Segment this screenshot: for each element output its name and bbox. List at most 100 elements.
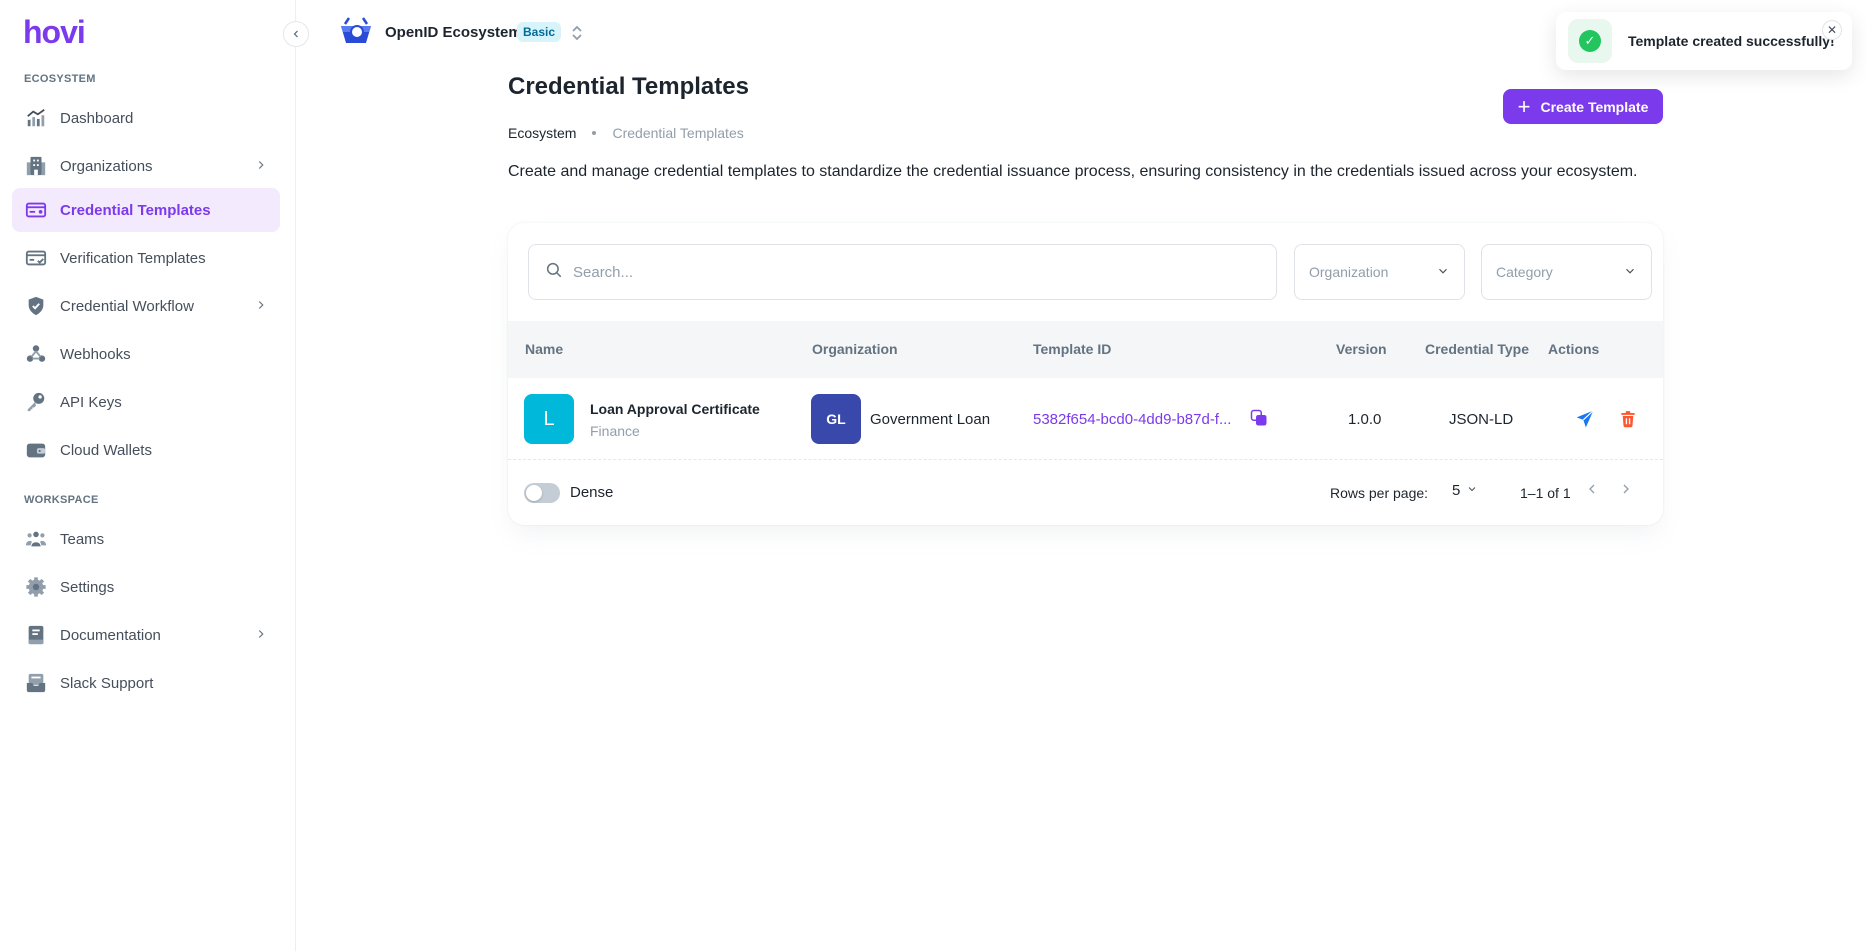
search-icon: [545, 261, 563, 284]
sidebar-item-label: Teams: [60, 530, 105, 548]
chevron-right-icon: [1623, 484, 1629, 494]
chevron-down-icon: [1436, 264, 1450, 281]
page-description: Create and manage credential templates t…: [508, 163, 1638, 180]
dense-toggle[interactable]: [524, 483, 560, 503]
column-header-actions: Actions: [1548, 341, 1600, 357]
sidebar-item-label: API Keys: [60, 393, 122, 411]
template-avatar: L: [524, 394, 574, 444]
previous-page-button[interactable]: [1584, 481, 1600, 502]
column-header-template-id[interactable]: Template ID: [1033, 341, 1111, 357]
plan-badge: Basic: [517, 22, 562, 42]
chevron-down-icon: [1466, 482, 1478, 499]
column-header-version[interactable]: Version: [1336, 341, 1387, 357]
shield-icon: [24, 294, 48, 318]
sidebar-item-label: Dashboard: [60, 109, 134, 127]
toast-close-button[interactable]: ✕: [1822, 20, 1842, 40]
sidebar-item-webhooks[interactable]: Webhooks: [12, 332, 280, 376]
hovi-logo[interactable]: hovi: [23, 14, 86, 51]
chevron-right-icon: [254, 627, 268, 645]
ecosystem-name[interactable]: OpenID Ecosystem: [385, 24, 522, 41]
sidebar-item-credential-workflow[interactable]: Credential Workflow: [12, 284, 280, 328]
plus-icon: +: [1517, 93, 1531, 119]
chevron-right-icon: [254, 298, 268, 316]
chevron-left-icon: [293, 30, 298, 38]
sidebar-item-cloud-wallets[interactable]: Cloud Wallets: [12, 428, 280, 472]
template-version: 1.0.0: [1348, 411, 1382, 428]
rows-per-page-label: Rows per page:: [1330, 485, 1429, 501]
breadcrumb-separator: [592, 131, 597, 135]
breadcrumb: Ecosystem Credential Templates: [508, 125, 744, 141]
column-header-organization[interactable]: Organization: [812, 341, 898, 357]
organization-select-placeholder: Organization: [1309, 264, 1389, 280]
section-title-ecosystem: ECOSYSTEM: [24, 73, 96, 85]
credential-card-icon: [24, 198, 48, 222]
verification-card-icon: [24, 246, 48, 270]
sidebar-item-label: Credential Templates: [60, 201, 211, 219]
pagination-range: 1–1 of 1: [1520, 485, 1571, 501]
column-header-credential-type[interactable]: Credential Type: [1425, 341, 1529, 357]
toast-message: Template created successfully!: [1628, 33, 1835, 49]
close-icon: ✕: [1826, 23, 1838, 37]
rows-per-page-value: 5: [1452, 482, 1461, 499]
search-field[interactable]: [528, 244, 1277, 300]
next-page-button[interactable]: [1618, 481, 1634, 502]
page-title: Credential Templates: [508, 73, 749, 100]
table-row[interactable]: L Loan Approval Certificate Finance GL G…: [508, 378, 1663, 460]
sidebar-item-settings[interactable]: Settings: [12, 565, 280, 609]
ecosystem-switch-icon[interactable]: [570, 24, 584, 47]
ecosystem-logo-icon[interactable]: [338, 16, 374, 46]
sidebar-item-credential-templates[interactable]: Credential Templates: [12, 188, 280, 232]
chevron-right-icon: [254, 158, 268, 176]
templates-card: Organization Category Name Organization …: [508, 223, 1663, 525]
chart-icon: [24, 106, 48, 130]
check-circle-icon: ✓: [1579, 30, 1601, 52]
chevron-left-icon: [1589, 484, 1595, 494]
toggle-knob: [526, 485, 542, 501]
sidebar-item-label: Credential Workflow: [60, 297, 194, 315]
send-icon[interactable]: [1575, 409, 1595, 434]
delete-icon[interactable]: [1619, 409, 1637, 434]
sidebar-item-api-keys[interactable]: API Keys: [12, 380, 280, 424]
section-title-workspace: WORKSPACE: [24, 494, 99, 506]
sidebar-item-teams[interactable]: Teams: [12, 517, 280, 561]
category-select-placeholder: Category: [1496, 264, 1553, 280]
copy-icon[interactable]: [1250, 409, 1268, 432]
wallet-icon: [24, 438, 48, 462]
search-input[interactable]: [573, 263, 1223, 281]
building-icon: [24, 154, 48, 178]
sidebar-item-verification-templates[interactable]: Verification Templates: [12, 236, 280, 280]
organization-avatar: GL: [811, 394, 861, 444]
dense-label: Dense: [570, 484, 614, 501]
collapse-sidebar-button[interactable]: [283, 21, 309, 47]
rows-per-page-select[interactable]: 5: [1452, 482, 1478, 499]
breadcrumb-current: Credential Templates: [612, 125, 744, 141]
chevron-down-icon: [1623, 264, 1637, 281]
sidebar-item-label: Cloud Wallets: [60, 441, 152, 459]
table-footer: Dense Rows per page: 5 1–1 of 1: [508, 460, 1663, 525]
table-header: Name Organization Template ID Version Cr…: [508, 321, 1663, 378]
sidebar-item-label: Organizations: [60, 157, 153, 175]
sidebar-item-slack-support[interactable]: Slack Support: [12, 661, 280, 705]
category-select[interactable]: Category: [1481, 244, 1652, 300]
sidebar-item-organizations[interactable]: Organizations: [12, 144, 280, 188]
organization-name: Government Loan: [870, 411, 991, 428]
inbox-icon: [24, 671, 48, 695]
sidebar-item-documentation[interactable]: Documentation: [12, 613, 280, 657]
sidebar-item-label: Slack Support: [60, 674, 154, 692]
template-id[interactable]: 5382f654-bcd0-4dd9-b87d-f...: [1033, 411, 1231, 428]
create-template-label: Create Template: [1540, 98, 1649, 115]
sidebar-item-label: Settings: [60, 578, 115, 596]
sidebar-item-label: Webhooks: [60, 345, 131, 363]
sidebar-item-label: Verification Templates: [60, 249, 206, 267]
breadcrumb-ecosystem[interactable]: Ecosystem: [508, 125, 576, 141]
key-icon: [24, 390, 48, 414]
sidebar-item-label: Documentation: [60, 626, 161, 644]
sidebar-item-dashboard[interactable]: Dashboard: [12, 96, 280, 140]
create-template-button[interactable]: + Create Template: [1503, 89, 1663, 124]
organization-select[interactable]: Organization: [1294, 244, 1465, 300]
credential-type: JSON-LD: [1449, 411, 1514, 428]
team-icon: [24, 527, 48, 551]
column-header-name[interactable]: Name: [525, 341, 563, 357]
book-icon: [24, 623, 48, 647]
template-name[interactable]: Loan Approval Certificate: [590, 401, 760, 417]
